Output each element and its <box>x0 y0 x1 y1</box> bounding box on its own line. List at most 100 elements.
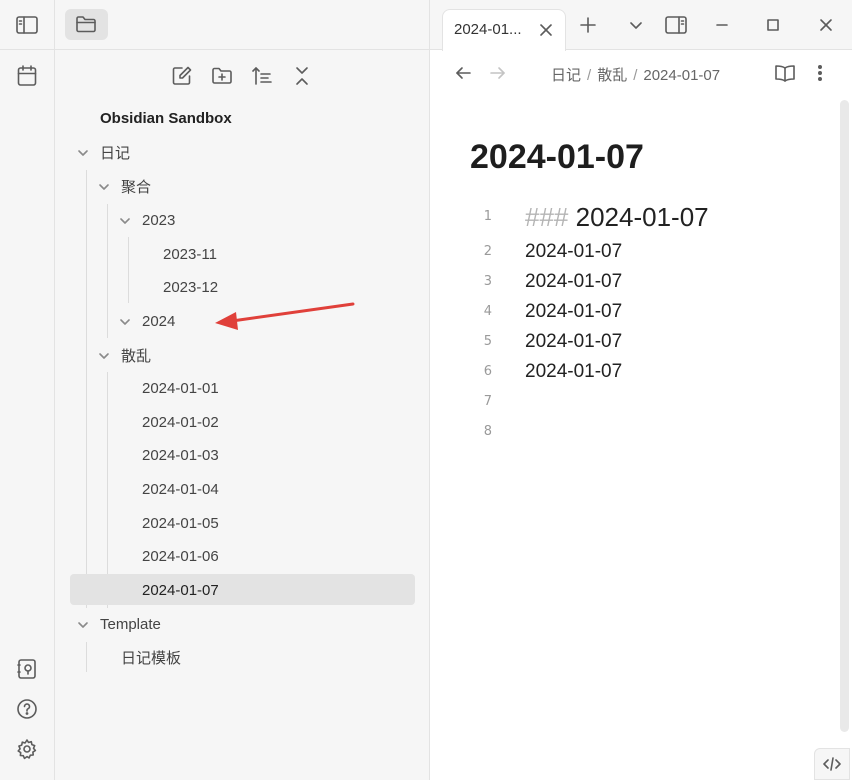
chevron-down-icon <box>119 315 131 327</box>
ribbon-top <box>0 0 55 50</box>
chevron-down-icon <box>77 146 89 158</box>
file-label: 2024-01-07 <box>142 581 219 599</box>
file-label: 2024-01-03 <box>142 446 219 464</box>
editor-line[interactable]: 2024-01-07 <box>525 331 622 353</box>
maximize-icon[interactable] <box>763 15 783 35</box>
selected-file-highlight <box>70 574 415 605</box>
folder-icon <box>75 14 97 34</box>
file-item[interactable]: 2024-01-05 <box>142 507 219 539</box>
sidebar-tab-header <box>55 0 430 50</box>
file-item[interactable]: 2024-01-02 <box>142 406 219 438</box>
file-label: 2024-01-02 <box>142 413 219 431</box>
file-item[interactable]: 2024-01-06 <box>142 540 219 572</box>
chevron-down-icon <box>119 214 131 226</box>
tab-active-note[interactable]: 2024-01... <box>442 9 566 51</box>
line-number: 6 <box>483 364 492 379</box>
editor-line[interactable]: 2024-01-07 <box>525 301 622 323</box>
files-tab[interactable] <box>65 9 108 40</box>
heading-text: 2024-01-07 <box>575 202 709 232</box>
breadcrumb: 日记 / 散乱 / 2024-01-07 <box>551 64 720 85</box>
vault-name: Obsidian Sandbox <box>100 110 232 127</box>
editor-line[interactable]: 2024-01-07 <box>525 271 622 293</box>
close-tab-icon[interactable] <box>537 21 555 39</box>
file-item[interactable]: 2024-01-03 <box>142 439 219 471</box>
line-number: 1 <box>483 209 492 224</box>
editor-line[interactable]: 2024-01-07 <box>525 361 622 383</box>
file-label: 2024-01-05 <box>142 514 219 532</box>
settings-gear-icon[interactable] <box>15 737 39 761</box>
file-label: 2024-01-06 <box>142 547 219 565</box>
file-item-2023-11[interactable]: 2023-11 <box>163 238 217 270</box>
breadcrumb-file[interactable]: 2024-01-07 <box>643 67 720 84</box>
tree-guide <box>107 372 108 608</box>
file-item[interactable]: 2024-01-01 <box>142 372 219 404</box>
file-item-active[interactable]: 2024-01-07 <box>142 574 219 606</box>
forward-arrow-icon[interactable] <box>488 63 508 83</box>
tab-list-chevron-down-icon[interactable] <box>626 15 646 35</box>
file-item-diary-template[interactable]: 日记模板 <box>121 641 181 673</box>
tab-bar: 2024-01... <box>430 0 852 51</box>
breadcrumb-separator: / <box>633 67 638 84</box>
tree-guide <box>86 642 87 672</box>
source-mode-toggle[interactable] <box>814 748 850 780</box>
folder-item-aggregate[interactable]: 聚合 <box>98 170 151 202</box>
left-ribbon <box>0 0 55 780</box>
tab-title: 2024-01... <box>454 21 522 38</box>
back-arrow-icon[interactable] <box>453 63 473 83</box>
collapse-all-icon[interactable] <box>291 65 313 87</box>
tree-guide <box>128 237 129 303</box>
new-tab-plus-icon[interactable] <box>578 15 598 35</box>
file-item-2023-12[interactable]: 2023-12 <box>163 271 218 303</box>
folder-item-2023[interactable]: 2023 <box>119 204 175 236</box>
breadcrumb-folder-diary[interactable]: 日记 <box>551 67 581 84</box>
new-note-icon[interactable] <box>171 65 193 87</box>
heading-hash-marks: ### <box>525 202 569 232</box>
line-number: 7 <box>483 394 492 409</box>
line-number: 8 <box>483 424 492 439</box>
note-inline-title[interactable]: 2024-01-07 <box>470 138 644 177</box>
folder-item-scattered[interactable]: 散乱 <box>98 339 151 371</box>
folder-label: 日记 <box>100 144 131 162</box>
line-number: 4 <box>483 304 492 319</box>
folder-item-template[interactable]: Template <box>77 608 161 640</box>
more-options-icon[interactable] <box>810 62 830 84</box>
line-number: 2 <box>483 244 492 259</box>
file-label: 2023-11 <box>163 245 217 263</box>
close-window-icon[interactable] <box>816 15 836 35</box>
editor-line-heading[interactable]: ### 2024-01-07 <box>525 202 709 233</box>
code-icon <box>823 757 841 771</box>
sort-icon[interactable] <box>251 65 273 87</box>
tree-guide <box>107 204 108 338</box>
chevron-down-icon <box>98 349 110 361</box>
help-icon[interactable] <box>15 697 39 721</box>
editor-line[interactable]: 2024-01-07 <box>525 241 622 263</box>
reading-view-book-icon[interactable] <box>774 62 796 84</box>
line-number: 5 <box>483 334 492 349</box>
folder-item-diary[interactable]: 日记 <box>77 136 130 168</box>
folder-label: 聚合 <box>121 178 152 196</box>
file-label: 日记模板 <box>121 649 182 667</box>
folder-label: 散乱 <box>121 347 152 365</box>
breadcrumb-folder-scattered[interactable]: 散乱 <box>597 67 627 84</box>
toggle-right-sidebar-icon[interactable] <box>665 14 687 36</box>
chevron-down-icon <box>77 618 89 630</box>
folder-label: 2024 <box>142 312 176 330</box>
folder-label: 2023 <box>142 211 176 229</box>
file-item[interactable]: 2024-01-04 <box>142 473 219 505</box>
tree-guide <box>86 170 87 608</box>
folder-item-2024[interactable]: 2024 <box>119 305 175 337</box>
calendar-icon[interactable] <box>15 64 39 88</box>
toggle-sidebar-icon[interactable] <box>15 14 39 36</box>
new-folder-icon[interactable] <box>211 65 233 87</box>
editor-scrollbar[interactable] <box>840 100 849 732</box>
minimize-icon[interactable] <box>712 15 732 35</box>
breadcrumb-separator: / <box>587 67 592 84</box>
file-label: 2023-12 <box>163 278 219 296</box>
file-label: 2024-01-04 <box>142 480 219 498</box>
chevron-down-icon <box>98 180 110 192</box>
editor-pane: 2024-01... 日记 / 散乱 / 2024-01-07 2024-01-07… <box>430 0 852 780</box>
file-label: 2024-01-01 <box>142 379 219 397</box>
folder-label: Template <box>100 615 161 633</box>
line-number: 3 <box>483 274 492 289</box>
vault-switch-icon[interactable] <box>15 657 39 681</box>
